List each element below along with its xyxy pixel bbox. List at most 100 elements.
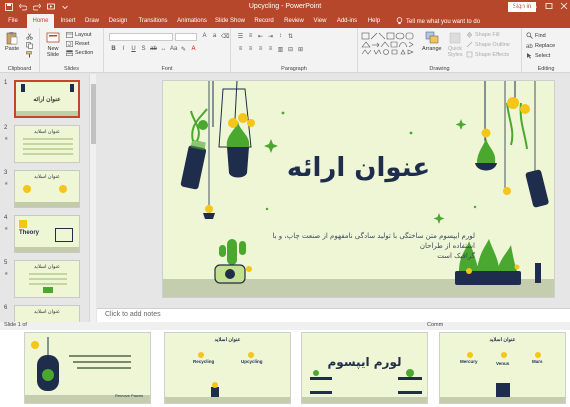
character-spacing-icon[interactable]: ↔: [160, 46, 167, 53]
thumb-pot-icon: [21, 84, 25, 92]
shape-outline-button[interactable]: Shape Outline: [466, 41, 510, 48]
shrink-font-icon[interactable]: a: [211, 33, 218, 40]
shape-fill-label: Shape Fill: [475, 31, 500, 38]
text-direction-icon[interactable]: ⇅: [287, 33, 294, 40]
section-button[interactable]: Section: [66, 50, 93, 56]
copy-icon[interactable]: [26, 42, 33, 49]
smartart-icon[interactable]: ⊞: [297, 46, 304, 53]
slide-thumbnail[interactable]: عنوان اسلاید: [14, 305, 80, 322]
slide-title[interactable]: عنوان ارائه: [163, 153, 554, 183]
strikethrough-icon[interactable]: ab: [150, 46, 157, 53]
thumbnail-scrollbar[interactable]: [89, 74, 96, 322]
thumb-badge-icon: [19, 220, 27, 228]
section-label: Section: [75, 50, 94, 56]
group-font: A a ⌫ B I U S ab ↔ Aa ✎ A Font: [104, 28, 231, 73]
columns-icon[interactable]: ▥: [277, 46, 284, 53]
preview-slide[interactable]: عنوان اسلاید Recycling Upcycling: [164, 332, 291, 404]
font-size-controls: A a ⌫: [201, 33, 229, 40]
shapes-gallery[interactable]: [361, 32, 415, 56]
tab-view[interactable]: View: [311, 14, 329, 28]
font-size-select[interactable]: [175, 33, 197, 41]
tab-insert[interactable]: Insert: [57, 14, 79, 28]
layout-button[interactable]: Layout: [66, 32, 92, 38]
tab-help[interactable]: Help: [365, 14, 383, 28]
window-controls: [515, 1, 568, 11]
font-color-icon[interactable]: A: [190, 46, 197, 53]
justify-icon[interactable]: ≡: [267, 46, 274, 53]
slide-thumbnail[interactable]: عنوان اسلاید: [14, 125, 80, 163]
font-family-select[interactable]: [109, 33, 173, 41]
new-slide-button[interactable]: New Slide: [44, 31, 62, 58]
align-text-icon[interactable]: ⊟: [287, 46, 294, 53]
transition-star-icon: ★: [4, 271, 9, 277]
highlight-icon[interactable]: ✎: [180, 46, 187, 53]
powerpoint-window: Upcycling - PowerPoint Sign in File Home…: [0, 0, 570, 407]
paste-button[interactable]: Paste: [5, 31, 19, 52]
select-button[interactable]: Select: [526, 52, 550, 59]
slide-subtitle[interactable]: لورم ایپسوم متن ساختگی با تولید سادگی نا…: [249, 231, 476, 261]
thumbnail-number: 6: [4, 305, 8, 311]
numbering-icon[interactable]: ≡: [247, 33, 254, 40]
find-button[interactable]: Find: [526, 32, 546, 39]
tab-draw[interactable]: Draw: [83, 14, 101, 28]
notes-pane[interactable]: Click to add notes: [97, 308, 570, 322]
tab-transitions[interactable]: Transitions: [136, 14, 170, 28]
current-slide[interactable]: عنوان ارائه لورم ایپسوم متن ساختگی با تو…: [162, 80, 555, 298]
slide-thumbnail[interactable]: عنوان اسلاید: [14, 260, 80, 298]
preview-slide[interactable]: لورم ایپسوم: [301, 332, 428, 404]
bullets-icon[interactable]: ☰: [237, 33, 244, 40]
tab-home[interactable]: Home: [27, 14, 54, 28]
shadow-icon[interactable]: S: [140, 46, 147, 53]
slide-thumbnail[interactable]: عنوان اسلاید: [14, 170, 80, 208]
paste-icon: [6, 32, 18, 45]
tab-animations[interactable]: Animations: [175, 14, 209, 28]
slide-thumbnail[interactable]: Theory: [14, 215, 80, 253]
cut-icon[interactable]: [26, 33, 33, 40]
scrollbar-thumb[interactable]: [91, 84, 96, 144]
thumb-flower-icon: [23, 185, 31, 193]
new-slide-label: New Slide: [46, 46, 60, 58]
group-drawing: Arrange Quick Styles Shape Fill Shape Ou…: [358, 28, 522, 73]
window-title: Upcycling - PowerPoint: [248, 3, 322, 10]
tab-file[interactable]: File: [4, 14, 22, 28]
tab-add-ins[interactable]: Add-ins: [335, 14, 359, 28]
ribbon-display-options-icon[interactable]: [515, 1, 523, 11]
minimize-icon[interactable]: [530, 1, 538, 11]
change-case-icon[interactable]: Aa: [170, 46, 177, 53]
thumb-pot-icon: [70, 84, 74, 92]
tab-slide-show[interactable]: Slide Show: [214, 14, 246, 28]
slide-artwork: [163, 81, 554, 297]
arrange-button[interactable]: Arrange: [422, 31, 442, 52]
thumbnail-ground: [16, 111, 78, 116]
transition-star-icon: ★: [4, 181, 9, 187]
align-center-icon[interactable]: ≡: [247, 46, 254, 53]
tell-me-search[interactable]: Tell me what you want to do: [396, 17, 480, 27]
preview-slide[interactable]: عنوان اسلاید Mercury Venus Mars: [439, 332, 566, 404]
maximize-icon[interactable]: [545, 1, 553, 11]
preview-slide[interactable]: Remove Pawns: [24, 332, 151, 404]
increase-indent-icon[interactable]: ⇥: [267, 33, 274, 40]
quick-styles-button[interactable]: Quick Styles: [446, 31, 464, 58]
thumbnail-text-lines: [29, 273, 67, 288]
grow-font-icon[interactable]: A: [201, 33, 208, 40]
italic-icon[interactable]: I: [120, 46, 127, 53]
shape-effects-button[interactable]: Shape Effects: [466, 51, 509, 58]
align-right-icon[interactable]: ≡: [257, 46, 264, 53]
tab-record[interactable]: Record: [252, 14, 276, 28]
slide-thumbnail[interactable]: عنوان ارائه: [14, 80, 80, 118]
underline-icon[interactable]: U: [130, 46, 137, 53]
reset-button[interactable]: Reset: [66, 41, 89, 47]
bold-icon[interactable]: B: [110, 46, 117, 53]
close-icon[interactable]: [560, 1, 568, 11]
decrease-indent-icon[interactable]: ⇤: [257, 33, 264, 40]
align-left-icon[interactable]: ≡: [237, 46, 244, 53]
paste-label: Paste: [5, 46, 20, 52]
clear-formatting-icon[interactable]: ⌫: [221, 33, 229, 40]
comments-button[interactable]: Comm: [427, 322, 443, 328]
format-painter-icon[interactable]: [26, 51, 33, 58]
line-spacing-icon[interactable]: ↕: [277, 33, 284, 40]
tab-review[interactable]: Review: [282, 14, 306, 28]
tab-design[interactable]: Design: [107, 14, 129, 28]
shape-fill-button[interactable]: Shape Fill: [466, 31, 499, 38]
replace-button[interactable]: ab Replace: [526, 42, 555, 50]
